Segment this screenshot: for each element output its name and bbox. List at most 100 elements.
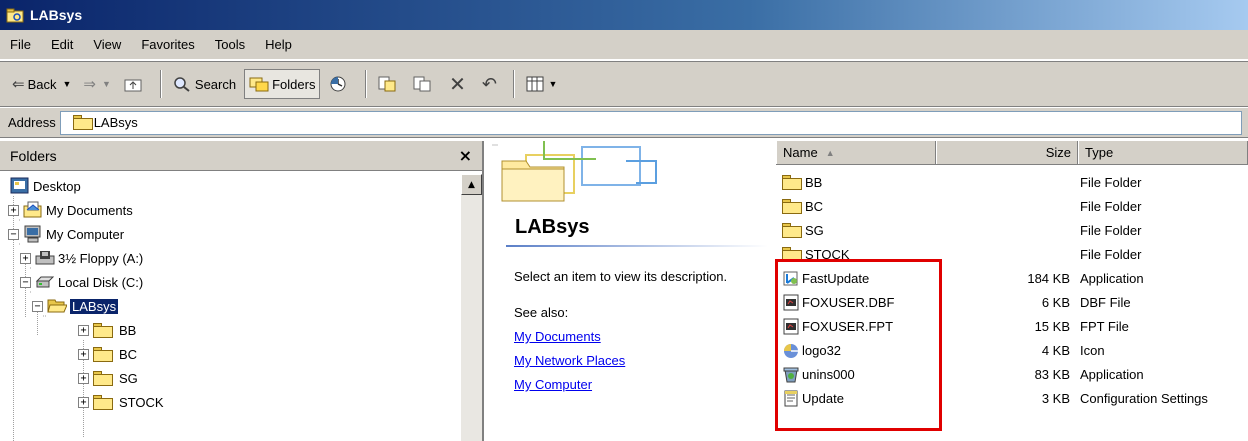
up-folder-button[interactable]	[119, 69, 150, 99]
title-underline	[506, 245, 768, 247]
folder-title: LABsys	[515, 216, 590, 238]
back-label: Back	[27, 76, 57, 92]
file-name: BB	[805, 174, 823, 190]
tree-item-sg[interactable]: + SG	[78, 366, 138, 390]
file-type: Configuration Settings	[1080, 390, 1208, 406]
folders-icon	[249, 75, 269, 93]
tree-item-floppy[interactable]: + 3½ Floppy (A:)	[20, 246, 143, 270]
folder-icon	[93, 322, 113, 338]
collapse-toggle[interactable]: −	[20, 276, 31, 288]
list-header: Name ▲ Size Type	[776, 141, 1248, 165]
address-value: LABsys	[93, 115, 138, 130]
file-type: File Folder	[1080, 198, 1142, 214]
folder-open-icon	[47, 297, 68, 315]
folders-label: Folders	[272, 76, 316, 92]
close-icon[interactable]: ×	[459, 146, 472, 165]
see-also-label: See also:	[514, 305, 569, 320]
search-label: Search	[194, 76, 237, 92]
tree-item-label: My Documents	[46, 202, 133, 218]
link-my-documents[interactable]: My Documents	[514, 329, 601, 344]
local-disk-icon	[35, 273, 55, 291]
expand-toggle[interactable]: +	[78, 396, 89, 408]
tree-item-labsys[interactable]: − LABsys	[32, 294, 119, 318]
chevron-down-icon[interactable]: ▼	[62, 79, 71, 89]
folder-description: Select an item to view its description.	[514, 269, 728, 284]
list-item[interactable]: BB File Folder	[776, 170, 1248, 194]
delete-button[interactable]: ✕	[443, 69, 471, 99]
file-type: Application	[1080, 366, 1144, 382]
link-my-network-places[interactable]: My Network Places	[514, 353, 625, 368]
column-header-size[interactable]: Size	[936, 141, 1078, 164]
file-name: SG	[805, 222, 824, 238]
tree-item-bc[interactable]: + BC	[78, 342, 137, 366]
folder-icon	[93, 394, 113, 410]
tree-item-stock[interactable]: + STOCK	[78, 390, 164, 414]
vertical-scrollbar[interactable]: ▲	[461, 174, 482, 441]
back-arrow-icon: ⇐	[12, 76, 25, 93]
address-input[interactable]: LABsys	[59, 110, 1242, 135]
history-button[interactable]	[324, 69, 355, 99]
title-bar: LABsys	[0, 0, 1248, 30]
column-header-name[interactable]: Name ▲	[776, 141, 936, 164]
menu-help[interactable]: Help	[265, 37, 292, 52]
tree-item-my-documents[interactable]: + My Documents	[8, 198, 133, 222]
web-view-panel: LABsys Select an item to view its descri…	[486, 141, 771, 441]
expand-toggle[interactable]: +	[78, 324, 89, 336]
tree-item-my-computer[interactable]: − My Computer	[8, 222, 124, 246]
tree-item-label: My Computer	[46, 226, 125, 242]
window-title: LABsys	[30, 7, 83, 23]
toolbar-separator	[365, 70, 368, 98]
folders-button[interactable]: Folders	[244, 69, 321, 99]
tree-item-desktop[interactable]: Desktop	[10, 174, 81, 198]
expand-toggle[interactable]: +	[78, 348, 89, 360]
move-to-icon	[377, 75, 397, 93]
tree-item-bb[interactable]: + BB	[78, 318, 136, 342]
folder-icon	[69, 115, 93, 130]
address-label: Address	[8, 115, 56, 130]
column-header-type[interactable]: Type	[1078, 141, 1248, 164]
collapse-toggle[interactable]: −	[8, 228, 19, 240]
expand-toggle[interactable]: +	[8, 204, 19, 216]
scroll-up-arrow-icon[interactable]: ▲	[461, 174, 482, 195]
folder-icon	[93, 370, 113, 386]
menu-file[interactable]: File	[10, 37, 31, 52]
tree-item-label: BB	[119, 322, 137, 338]
file-size: 3 KB	[1041, 390, 1070, 406]
list-item[interactable]: SG File Folder	[776, 218, 1248, 242]
menu-edit[interactable]: Edit	[51, 37, 73, 52]
search-icon	[172, 75, 192, 93]
file-size: 4 KB	[1041, 342, 1070, 358]
menu-bar: File Edit View Favorites Tools Help	[0, 30, 1248, 60]
menu-tools[interactable]: Tools	[215, 37, 245, 52]
search-button[interactable]: Search	[168, 69, 240, 99]
list-item[interactable]: BC File Folder	[776, 194, 1248, 218]
views-button[interactable]: ▼	[521, 69, 561, 99]
back-button[interactable]: ⇐ Back ▼	[8, 69, 75, 99]
tree-item-label: STOCK	[119, 394, 164, 410]
explorer-folder-icon	[6, 7, 24, 23]
folder-icon	[782, 222, 802, 238]
expand-toggle[interactable]: +	[20, 252, 31, 264]
chevron-down-icon[interactable]: ▼	[102, 79, 111, 89]
standard-toolbar: ⇐ Back ▼ ⇒ ▼ Search Folders ✕ ↶ ▼	[0, 61, 1248, 107]
column-label: Name	[783, 145, 818, 160]
link-my-computer[interactable]: My Computer	[514, 377, 592, 392]
undo-button[interactable]: ↶	[475, 69, 503, 99]
forward-button[interactable]: ⇒ ▼	[79, 69, 115, 99]
menu-favorites[interactable]: Favorites	[141, 37, 194, 52]
copy-to-button[interactable]	[408, 69, 439, 99]
views-icon	[525, 75, 545, 93]
collapse-toggle[interactable]: −	[32, 300, 43, 312]
expand-toggle[interactable]: +	[78, 372, 89, 384]
tree-item-local-disk[interactable]: − Local Disk (C:)	[20, 270, 143, 294]
folder-icon	[93, 346, 113, 362]
tree-item-label: Local Disk (C:)	[58, 274, 144, 290]
desktop-icon	[10, 177, 30, 195]
menu-view[interactable]: View	[93, 37, 121, 52]
history-icon	[328, 75, 348, 93]
chevron-down-icon[interactable]: ▼	[548, 79, 557, 89]
column-label: Size	[1045, 145, 1071, 160]
tree-item-label: BC	[119, 346, 138, 362]
folders-pane-title: Folders	[10, 147, 57, 164]
move-to-button[interactable]	[373, 69, 404, 99]
